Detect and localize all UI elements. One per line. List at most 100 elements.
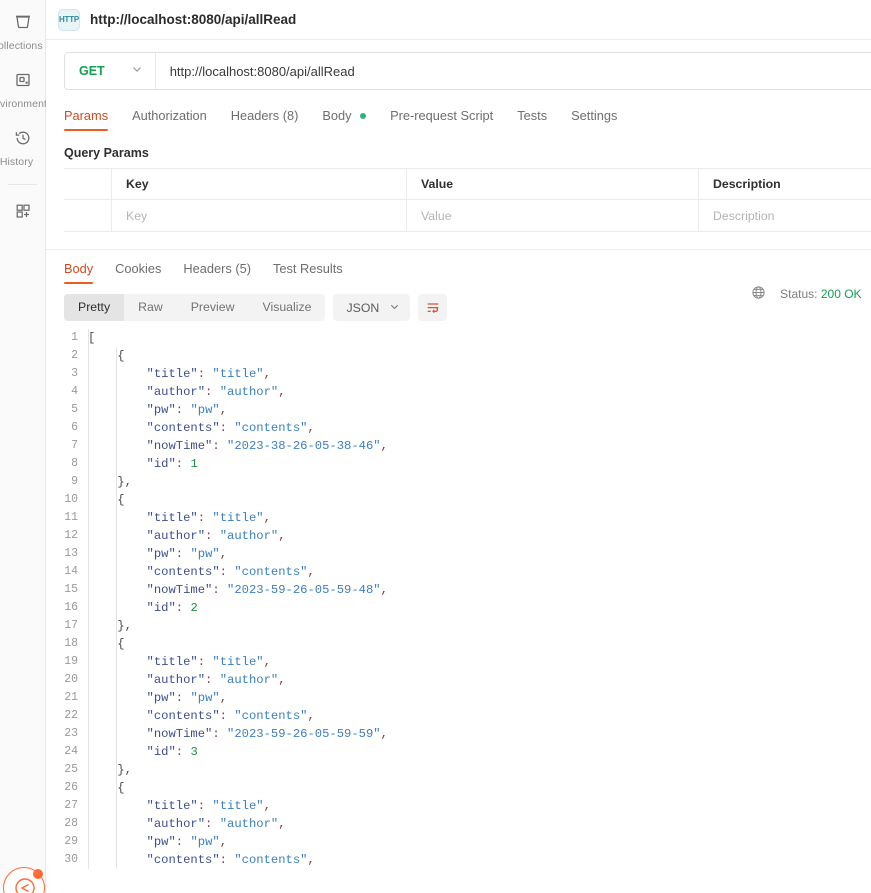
http-protocol-icon: HTTP [58,8,80,31]
tab-body[interactable]: Body [322,108,367,131]
tab-params[interactable]: Params [64,108,109,131]
row-checkbox-cell[interactable] [64,200,112,231]
code-text: { [117,349,125,363]
main-area: HTTP http://localhost:8080/api/allRead S… [46,0,871,893]
code-text: "pw": "pw", [146,691,228,705]
url-box: GET [64,52,871,90]
code-text: "contents": "contents", [146,853,315,867]
view-mode-pretty[interactable]: Pretty [64,294,125,321]
collections-icon [0,12,46,37]
table-row[interactable]: Key Value Description [64,200,871,231]
code-text: }, [117,619,132,633]
header-key: Key [112,168,407,200]
response-tab-cookies[interactable]: Cookies [115,261,161,284]
code-line: 13 "pw": "pw", [46,545,871,563]
view-mode-visualize[interactable]: Visualize [248,294,325,321]
value-input[interactable]: Value [407,200,699,231]
response-tab-headers-label: Headers (5) [183,261,251,276]
status-value: 200 OK [820,287,862,301]
sidebar-item-environments[interactable]: Environments [0,58,52,116]
request-tab-bar: HTTP http://localhost:8080/api/allRead S… [46,0,871,40]
sidebar-item-collections[interactable]: Collections [0,0,46,58]
code-line: 11 "title": "title", [46,509,871,527]
url-input[interactable] [155,53,871,89]
code-text: "author": "author", [146,673,286,687]
line-number: 1 [71,331,78,344]
line-number: 17 [64,619,78,632]
response-tab-test-results[interactable]: Test Results [273,261,343,284]
view-mode-preview[interactable]: Preview [177,294,249,321]
code-text: [ [88,331,96,345]
code-text: "author": "author", [146,817,286,831]
response-header: Body Cookies Headers (5) Test Results [46,250,871,284]
tab-authorization[interactable]: Authorization [132,108,207,131]
method-label: GET [79,64,105,78]
code-text: "contents": "contents", [146,421,315,435]
response-body-code[interactable]: 1[2 {3 "title": "title", 4 "author": "aut… [46,329,871,869]
tab-headers[interactable]: Headers (8) [231,108,299,131]
line-number: 20 [64,673,78,686]
response-tab-test-results-label: Test Results [272,261,343,276]
code-line: 7 "nowTime": "2023-38-26-05-38-46", [46,437,871,455]
sidebar-item-label: History [0,156,34,168]
indent-guide [88,329,89,869]
tab-tests[interactable]: Tests [517,108,547,131]
indent-guide [116,347,117,869]
code-line: 28 "author": "author", [46,815,871,833]
notification-badge [33,869,43,879]
line-number: 27 [64,799,78,812]
line-number: 8 [71,457,78,470]
response-tab-body-label: Body [64,261,94,276]
left-rail: Collections Environments History [0,0,52,893]
word-wrap-icon[interactable] [418,294,448,321]
tab-tests-label: Tests [517,108,548,123]
code-text: "contents": "contents", [146,709,315,723]
code-text: "contents": "contents", [146,565,315,579]
line-number: 24 [64,745,78,758]
line-number: 29 [64,835,78,848]
line-number: 12 [64,529,78,542]
rail-divider [8,184,37,185]
code-line: 12 "author": "author", [46,527,871,545]
tab-pre-request-script[interactable]: Pre-request Script [390,108,493,131]
code-text: "nowTime": "2023-38-26-05-38-46", [146,439,388,453]
postman-window: Collections Environments History [0,0,871,893]
code-line: 30 "contents": "contents", [46,851,871,869]
code-line: 25 }, [46,761,871,779]
new-button[interactable] [0,189,46,235]
code-line: 19 "title": "title", [46,653,871,671]
code-line: 4 "author": "author", [46,383,871,401]
key-input[interactable]: Key [112,200,407,231]
line-number: 25 [64,763,78,776]
history-icon [0,128,46,153]
response-tab-body[interactable]: Body [64,261,94,284]
response-stats: Status: 200 OK Time: 11 ms Size: 1.21 KB [751,285,871,303]
code-text: "id": 1 [146,457,198,471]
code-line: 14 "contents": "contents", [46,563,871,581]
line-number: 3 [71,367,78,380]
code-text: "id": 2 [146,601,198,615]
sidebar-item-history[interactable]: History [0,116,46,174]
header-description: Description [713,177,781,191]
tab-body-label: Body [322,108,352,123]
code-line: 22 "contents": "contents", [46,707,871,725]
view-mode-raw[interactable]: Raw [124,294,177,321]
line-number: 15 [64,583,78,596]
request-tab-title[interactable]: http://localhost:8080/api/allRead [90,12,296,27]
code-text: }, [117,475,132,489]
code-line: 18 { [46,635,871,653]
line-number: 16 [64,601,78,614]
description-input[interactable]: Description [699,200,871,231]
code-text: "author": "author", [146,529,286,543]
response-tabs: Body Cookies Headers (5) Test Results [64,261,343,284]
response-view-bar: Pretty Raw Preview Visualize JSON [46,284,871,321]
response-tab-headers[interactable]: Headers (5) [183,261,251,284]
line-number: 7 [71,439,78,452]
line-number: 2 [71,349,78,362]
tab-settings[interactable]: Settings [571,108,617,131]
body-present-dot [360,113,367,119]
method-select[interactable]: GET [65,53,156,89]
language-select[interactable]: JSON [333,294,411,321]
tab-pre-request-script-label: Pre-request Script [390,108,494,123]
console-button[interactable] [3,867,45,893]
